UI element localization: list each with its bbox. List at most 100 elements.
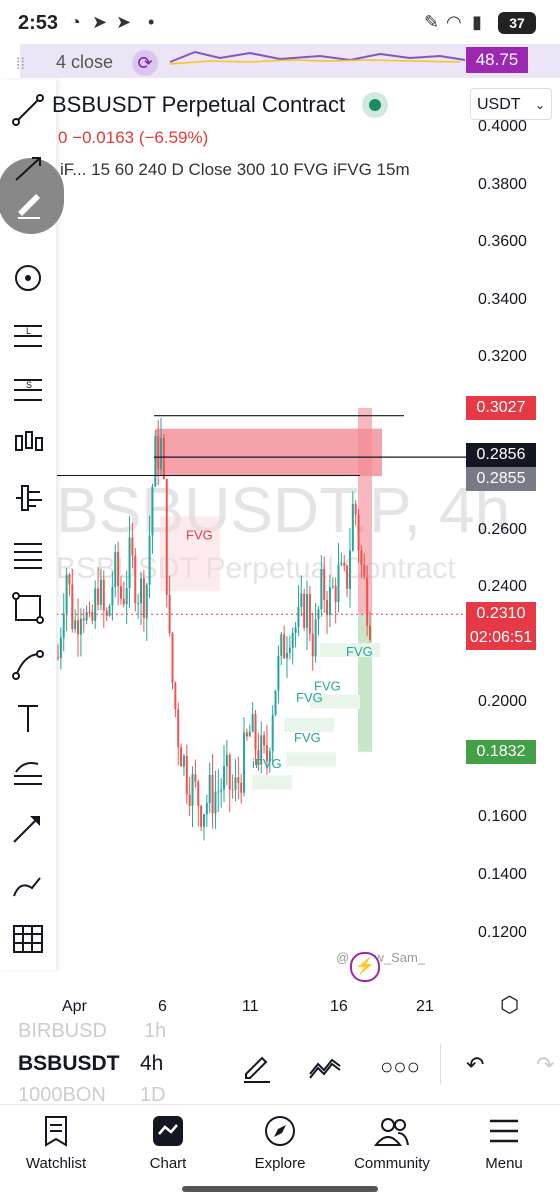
- refresh-icon[interactable]: ⟳: [132, 50, 158, 76]
- candle-body: [97, 588, 100, 605]
- more-icon[interactable]: ○○○: [380, 1054, 420, 1080]
- indicators-icon[interactable]: [308, 1050, 342, 1084]
- candle-body: [145, 584, 148, 619]
- candle-body: [348, 550, 351, 589]
- price-tick: 0.1200: [478, 923, 527, 941]
- price-badge: 0.2310 02:06:51: [466, 602, 536, 651]
- candle-body: [237, 777, 240, 783]
- short-position-tool-icon[interactable]: S: [10, 370, 46, 406]
- candle-body: [88, 611, 91, 613]
- undo-icon[interactable]: ↶: [466, 1052, 484, 1078]
- price-badge-label: 0.2855: [476, 470, 526, 488]
- price-badge-label: 0.3027: [476, 398, 526, 416]
- candle-body: [245, 732, 248, 737]
- candle-body: [180, 747, 183, 767]
- settings-gear-icon[interactable]: ⬡: [500, 992, 519, 1018]
- candle-body: [188, 794, 191, 806]
- whatsapp-icon: ◔: [70, 12, 81, 32]
- candle-body: [248, 731, 251, 737]
- candle-body: [311, 633, 314, 657]
- nav-menu[interactable]: Menu: [448, 1105, 560, 1201]
- fvg-label: FVG: [346, 644, 373, 659]
- candle-body: [140, 578, 143, 604]
- pencil-tool-icon[interactable]: [10, 184, 46, 220]
- candle-body: [254, 714, 257, 750]
- candle-body: [185, 755, 188, 795]
- trend-line-tool-icon[interactable]: [10, 92, 46, 128]
- drag-handle-icon[interactable]: ⁞⁞: [16, 56, 25, 74]
- candle-body: [62, 613, 65, 638]
- fvg-label: iFVG: [252, 756, 282, 771]
- candle-body: [225, 754, 228, 767]
- pitchfork-tool-icon[interactable]: [10, 754, 46, 790]
- candle-body: [108, 605, 111, 616]
- arrow-tool-icon[interactable]: [10, 150, 46, 186]
- candles-pattern-tool-icon[interactable]: [10, 424, 46, 460]
- fib-retracement-tool-icon[interactable]: [10, 536, 46, 572]
- price-tick: 0.3200: [478, 348, 527, 366]
- candle-body: [177, 709, 180, 748]
- candle-body: [308, 594, 311, 634]
- circle-tool-icon[interactable]: [10, 260, 46, 296]
- price-tick: 0.3400: [478, 290, 527, 308]
- candle-body: [220, 789, 223, 792]
- nav-watchlist[interactable]: Watchlist: [0, 1105, 112, 1201]
- flash-icon[interactable]: ⚡: [350, 952, 380, 982]
- candle-body: [271, 714, 274, 752]
- path-tool-icon[interactable]: [10, 646, 46, 682]
- candle-body: [74, 620, 77, 629]
- candle-body: [182, 755, 185, 767]
- symbol-panel: BIRBUSD 1h BSBUSDT 4h 1000BON 1D ○○○ ↶ ↷: [0, 1020, 560, 1106]
- candle-body: [340, 562, 343, 565]
- text-tool-icon[interactable]: [10, 700, 46, 736]
- brush-tool-icon[interactable]: [10, 866, 46, 902]
- fvg-label: FVG: [296, 690, 323, 705]
- candle-body: [251, 714, 254, 732]
- candle-body: [157, 435, 160, 470]
- candle-body: [162, 437, 165, 479]
- symbol-item-prev[interactable]: BIRBUSD: [18, 1020, 107, 1043]
- candle-body: [205, 803, 208, 815]
- candle-body: [314, 619, 317, 657]
- price-tick: 0.3800: [478, 175, 527, 193]
- candle-body: [357, 514, 360, 551]
- candle-body: [94, 588, 97, 621]
- chevron-down-icon: ⌄: [534, 98, 545, 112]
- interval-current[interactable]: 4h: [140, 1052, 163, 1076]
- symbol-item-current[interactable]: BSBUSDT: [18, 1052, 120, 1076]
- candle-body: [142, 578, 145, 619]
- candle-body: [202, 814, 205, 827]
- draw-pencil-icon[interactable]: [240, 1050, 274, 1084]
- battery-indicator: 37: [498, 12, 536, 34]
- indicator-value-badge: 48.75: [466, 47, 528, 73]
- symbol-title[interactable]: BSBUSDT Perpetual Contract: [52, 92, 345, 118]
- price-chart[interactable]: BSBUSDT.P, 4h BSBUSDT Perpetual Contract…: [0, 80, 560, 1020]
- price-badge: 0.2855: [466, 467, 536, 492]
- interval-prev[interactable]: 1h: [144, 1020, 166, 1043]
- signal-icon: ▮: [472, 12, 482, 32]
- candle-body: [137, 603, 140, 605]
- candle-body: [223, 766, 226, 790]
- rectangle-tool-icon[interactable]: [10, 590, 46, 626]
- candle-body: [303, 593, 306, 628]
- redo-icon[interactable]: ↷: [536, 1052, 554, 1078]
- candle-body: [191, 774, 194, 806]
- candle-body: [288, 647, 291, 653]
- candle-body: [154, 435, 157, 487]
- candle-body: [111, 587, 114, 606]
- home-indicator[interactable]: [182, 1186, 378, 1192]
- candle-body: [283, 634, 286, 659]
- price-badge-label: 0.1832: [476, 742, 526, 760]
- study-legend[interactable]: iF... 15 60 240 D Close 300 10 FVG iFVG …: [60, 160, 410, 180]
- grid-tool-icon[interactable]: [10, 920, 46, 956]
- measure-tool-icon[interactable]: [10, 810, 46, 846]
- long-position-tool-icon[interactable]: L: [10, 316, 46, 352]
- currency-select[interactable]: USDT ⌄: [470, 88, 552, 120]
- market-status-icon[interactable]: [362, 92, 388, 118]
- candle-body: [214, 791, 217, 814]
- candle-body: [200, 806, 203, 827]
- candle-body: [277, 655, 280, 691]
- notification-dot-icon: •: [148, 12, 155, 32]
- volume-profile-tool-icon[interactable]: [10, 480, 46, 516]
- candle-body: [294, 627, 297, 633]
